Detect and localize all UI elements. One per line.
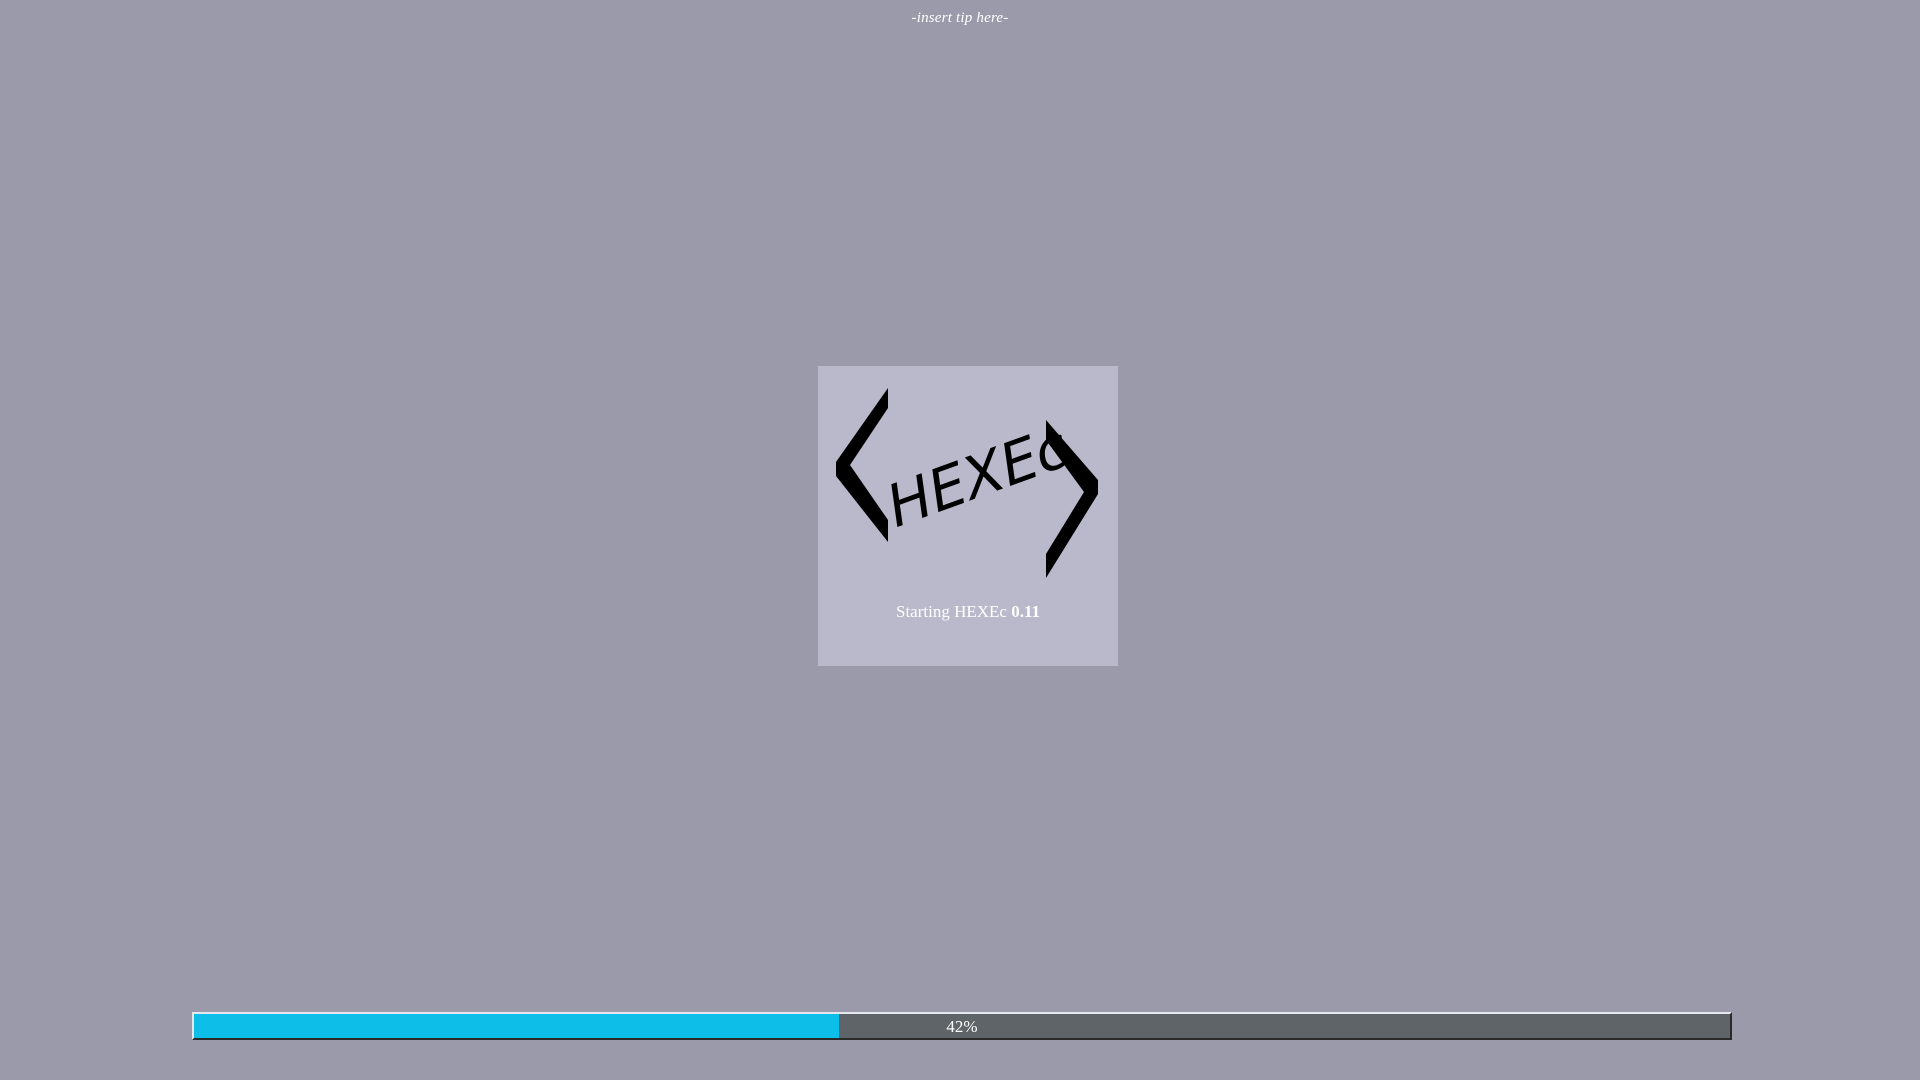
- loading-tip: -insert tip here-: [911, 10, 1009, 26]
- left-bracket-shape: [836, 388, 888, 542]
- startup-status: Starting HEXEc 0.11: [818, 602, 1118, 622]
- logo-wordmark: HEXEc: [884, 410, 1071, 543]
- version-number: 0.11: [1011, 602, 1040, 621]
- hexec-logo: HEXEc: [836, 388, 1098, 578]
- splash-panel: HEXEc Starting HEXEc 0.11: [818, 366, 1118, 666]
- progress-percent: 42%: [946, 1017, 978, 1036]
- loading-screen: -insert tip here- HEXEc Starting HEXEc 0…: [0, 0, 1920, 1080]
- startup-status-text: Starting HEXEc: [895, 602, 1007, 621]
- loading-progress-bar: 42%: [192, 1012, 1732, 1040]
